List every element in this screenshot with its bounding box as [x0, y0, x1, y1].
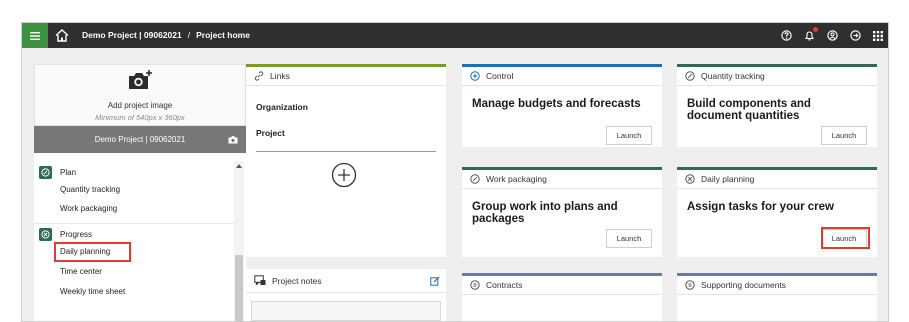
supporting-documents-card: Supporting documents — [677, 273, 877, 321]
quantity-tracking-card: Quantity tracking Build components and d… — [677, 64, 877, 147]
menu-button[interactable] — [22, 23, 48, 48]
notes-input[interactable] — [251, 301, 441, 321]
add-link-icon[interactable] — [331, 162, 357, 188]
daily-planning-card-header: Daily planning — [677, 170, 877, 189]
organization-link[interactable]: Organization — [256, 102, 308, 112]
notification-badge — [813, 26, 818, 32]
scroll-up-arrow[interactable] — [236, 164, 242, 168]
plan-group-icon — [39, 166, 52, 179]
edit-icon[interactable] — [430, 276, 440, 286]
daily-planning-card-title: Daily planning — [701, 174, 755, 184]
image-size-hint: Minimum of 540px x 360px — [95, 113, 185, 122]
links-card-header: Links — [246, 67, 446, 86]
notes-card-title: Project notes — [272, 275, 322, 286]
links-card-title: Links — [270, 71, 290, 81]
add-image-label: Add project image — [107, 101, 173, 110]
sidebar-item-time-center[interactable]: Time center — [60, 267, 102, 276]
quantity-icon — [685, 71, 695, 81]
contracts-card-header: Contracts — [462, 276, 662, 295]
apps-button[interactable] — [872, 30, 884, 42]
quantity-launch-button[interactable]: Launch — [821, 126, 867, 145]
sidebar-group-plan[interactable]: Plan — [39, 166, 76, 179]
sidebar-item-quantity-tracking[interactable]: Quantity tracking — [60, 185, 120, 194]
breadcrumb-project[interactable]: Demo Project | 09062021 — [82, 30, 182, 40]
daily-planning-card-heading: Assign tasks for your crew — [687, 201, 834, 213]
sidebar-divider — [34, 223, 234, 224]
breadcrumb-page: Project home — [196, 30, 250, 40]
sidebar-scrollbar[interactable] — [234, 161, 244, 321]
contracts-card: Contracts — [462, 273, 662, 321]
notifications-button[interactable] — [803, 26, 818, 42]
daily-planning-card: Daily planning Assign tasks for your cre… — [677, 167, 877, 257]
contracts-icon — [470, 280, 480, 290]
app-window: Demo Project | 09062021 / Project home Add… — [21, 22, 889, 322]
breadcrumb: Demo Project | 09062021 / Project home — [82, 30, 250, 40]
documents-icon — [685, 280, 695, 290]
help-icon — [780, 30, 792, 41]
work-packaging-card-header: Work packaging — [462, 170, 662, 189]
project-notes-card: Project notes — [246, 269, 446, 321]
sidebar-item-work-packaging[interactable]: Work packaging — [60, 204, 117, 213]
notes-icon — [254, 275, 266, 286]
bell-icon — [804, 31, 814, 41]
hamburger-icon — [30, 31, 40, 40]
work-packaging-card-title: Work packaging — [486, 174, 547, 184]
sidebar-group-plan-label: Plan — [60, 168, 77, 177]
grid-icon — [873, 30, 883, 41]
project-image-panel[interactable]: Add project image Minimum of 540px x 360… — [34, 64, 246, 126]
sidebar: Add project image Minimum of 540px x 360… — [34, 64, 246, 321]
daily-planning-icon — [685, 174, 695, 184]
supporting-card-header: Supporting documents — [677, 276, 877, 295]
supporting-card-title: Supporting documents — [701, 280, 787, 290]
links-card: Links Organization Project — [246, 64, 446, 257]
contracts-card-title: Contracts — [486, 280, 523, 290]
quantity-card-title: Quantity tracking — [701, 71, 765, 81]
quantity-card-heading: Build components and document quantities — [687, 98, 811, 122]
logout-button[interactable] — [849, 30, 861, 42]
control-card: Control Manage budgets and forecasts Lau… — [462, 64, 662, 147]
work-packaging-card-heading: Group work into plans and packages — [472, 201, 618, 225]
sidebar-scroll-thumb[interactable] — [235, 255, 243, 321]
control-card-header: Control — [462, 67, 662, 86]
launch-highlight — [821, 227, 870, 249]
top-bar: Demo Project | 09062021 / Project home — [22, 23, 888, 48]
control-card-title: Control — [486, 71, 514, 81]
control-card-heading: Manage budgets and forecasts — [472, 98, 641, 110]
notes-card-header: Project notes — [246, 269, 446, 293]
project-link[interactable]: Project — [256, 128, 285, 138]
camera-icon[interactable] — [228, 135, 238, 144]
breadcrumb-separator: / — [187, 30, 191, 40]
sidebar-item-weekly-time-sheet[interactable]: Weekly time sheet — [60, 287, 125, 296]
user-button[interactable] — [826, 30, 838, 42]
sidebar-group-progress[interactable]: Progress — [39, 228, 92, 241]
daily-planning-highlight — [54, 242, 131, 262]
link-icon — [254, 71, 264, 81]
project-name: Demo Project | 09062021 — [94, 135, 186, 144]
control-launch-button[interactable]: Launch — [606, 126, 652, 145]
links-divider — [256, 151, 436, 152]
home-icon[interactable] — [55, 29, 69, 42]
progress-group-icon — [39, 228, 52, 241]
work-packaging-icon — [470, 174, 480, 184]
quantity-card-header: Quantity tracking — [677, 67, 877, 86]
sidebar-nav: Plan Quantity tracking Work packaging Pr… — [34, 161, 234, 321]
logout-icon — [849, 30, 861, 41]
control-icon — [470, 71, 480, 81]
project-name-bar: Demo Project | 09062021 — [34, 126, 246, 153]
work-packaging-card: Work packaging Group work into plans and… — [462, 167, 662, 257]
work-packaging-launch-button[interactable]: Launch — [606, 229, 652, 248]
top-icons — [780, 23, 884, 48]
help-button[interactable] — [780, 30, 792, 42]
add-camera-icon — [129, 70, 152, 89]
user-icon — [826, 30, 838, 41]
sidebar-group-progress-label: Progress — [60, 230, 93, 239]
